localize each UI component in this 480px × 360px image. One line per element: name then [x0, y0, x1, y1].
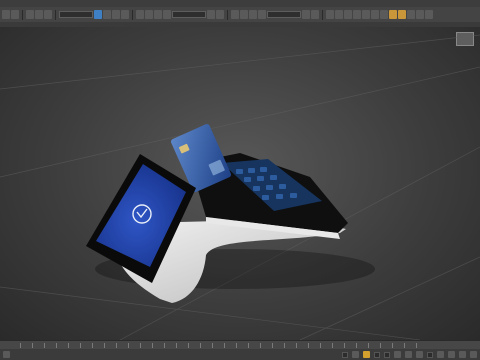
bind-space-warp-icon[interactable]	[44, 10, 52, 19]
add-time-tag-icon[interactable]	[352, 351, 359, 358]
timeline-ticks	[20, 343, 420, 348]
material-editor-icon[interactable]	[371, 10, 379, 19]
render-setup-icon[interactable]	[380, 10, 388, 19]
reference-coordinate-dropdown[interactable]	[172, 11, 206, 18]
ribbon-toggle-icon[interactable]	[344, 10, 352, 19]
frame-counter[interactable]	[427, 351, 433, 358]
toolbar-separator	[227, 9, 228, 20]
auto-key-button[interactable]	[363, 351, 370, 358]
toolbar-separator	[132, 9, 133, 20]
align-icon[interactable]	[311, 10, 319, 19]
play-icon[interactable]	[405, 351, 412, 358]
select-object-icon[interactable]	[94, 10, 102, 19]
scene-explorer-icon[interactable]	[326, 10, 334, 19]
render-production-icon[interactable]	[398, 10, 406, 19]
zoom-icon[interactable]	[437, 351, 444, 358]
scene-render	[0, 34, 480, 340]
percent-snap-icon[interactable]	[249, 10, 257, 19]
rendered-frame-window-icon[interactable]	[389, 10, 397, 19]
scale-icon[interactable]	[154, 10, 162, 19]
menu-bar	[0, 0, 480, 7]
layer-explorer-icon[interactable]	[335, 10, 343, 19]
curve-editor-icon[interactable]	[353, 10, 361, 19]
toolbar-separator	[322, 9, 323, 20]
snap-toggle-icon[interactable]	[231, 10, 239, 19]
a360-gallery-icon[interactable]	[425, 10, 433, 19]
render-in-cloud-icon[interactable]	[416, 10, 424, 19]
window-crossing-icon[interactable]	[121, 10, 129, 19]
pivot-center-icon[interactable]	[207, 10, 215, 19]
schematic-view-icon[interactable]	[362, 10, 370, 19]
named-selection-sets-input[interactable]	[267, 11, 301, 18]
unlink-icon[interactable]	[35, 10, 43, 19]
undo-icon[interactable]	[2, 10, 10, 19]
mirror-icon[interactable]	[302, 10, 310, 19]
render-iterative-icon[interactable]	[407, 10, 415, 19]
select-manipulate-icon[interactable]	[216, 10, 224, 19]
perspective-viewport[interactable]	[0, 27, 480, 340]
place-icon[interactable]	[163, 10, 171, 19]
toolbar-separator	[55, 9, 56, 20]
rectangular-selection-icon[interactable]	[112, 10, 120, 19]
rotate-icon[interactable]	[145, 10, 153, 19]
maximize-viewport-icon[interactable]	[470, 351, 477, 358]
maxscript-listener-icon[interactable]	[3, 351, 10, 358]
autokey-label	[374, 351, 380, 358]
main-toolbar	[0, 7, 480, 22]
go-to-start-icon[interactable]	[394, 351, 401, 358]
grid-field	[342, 351, 348, 358]
status-bar	[0, 349, 480, 360]
orbit-icon[interactable]	[448, 351, 455, 358]
pan-icon[interactable]	[459, 351, 466, 358]
spinner-snap-icon[interactable]	[258, 10, 266, 19]
selection-filter-dropdown[interactable]	[59, 11, 93, 18]
key-filters-label[interactable]	[384, 351, 390, 358]
redo-icon[interactable]	[11, 10, 19, 19]
move-icon[interactable]	[136, 10, 144, 19]
select-by-name-icon[interactable]	[103, 10, 111, 19]
go-to-end-icon[interactable]	[416, 351, 423, 358]
angle-snap-icon[interactable]	[240, 10, 248, 19]
link-icon[interactable]	[26, 10, 34, 19]
toolbar-separator	[22, 9, 23, 20]
